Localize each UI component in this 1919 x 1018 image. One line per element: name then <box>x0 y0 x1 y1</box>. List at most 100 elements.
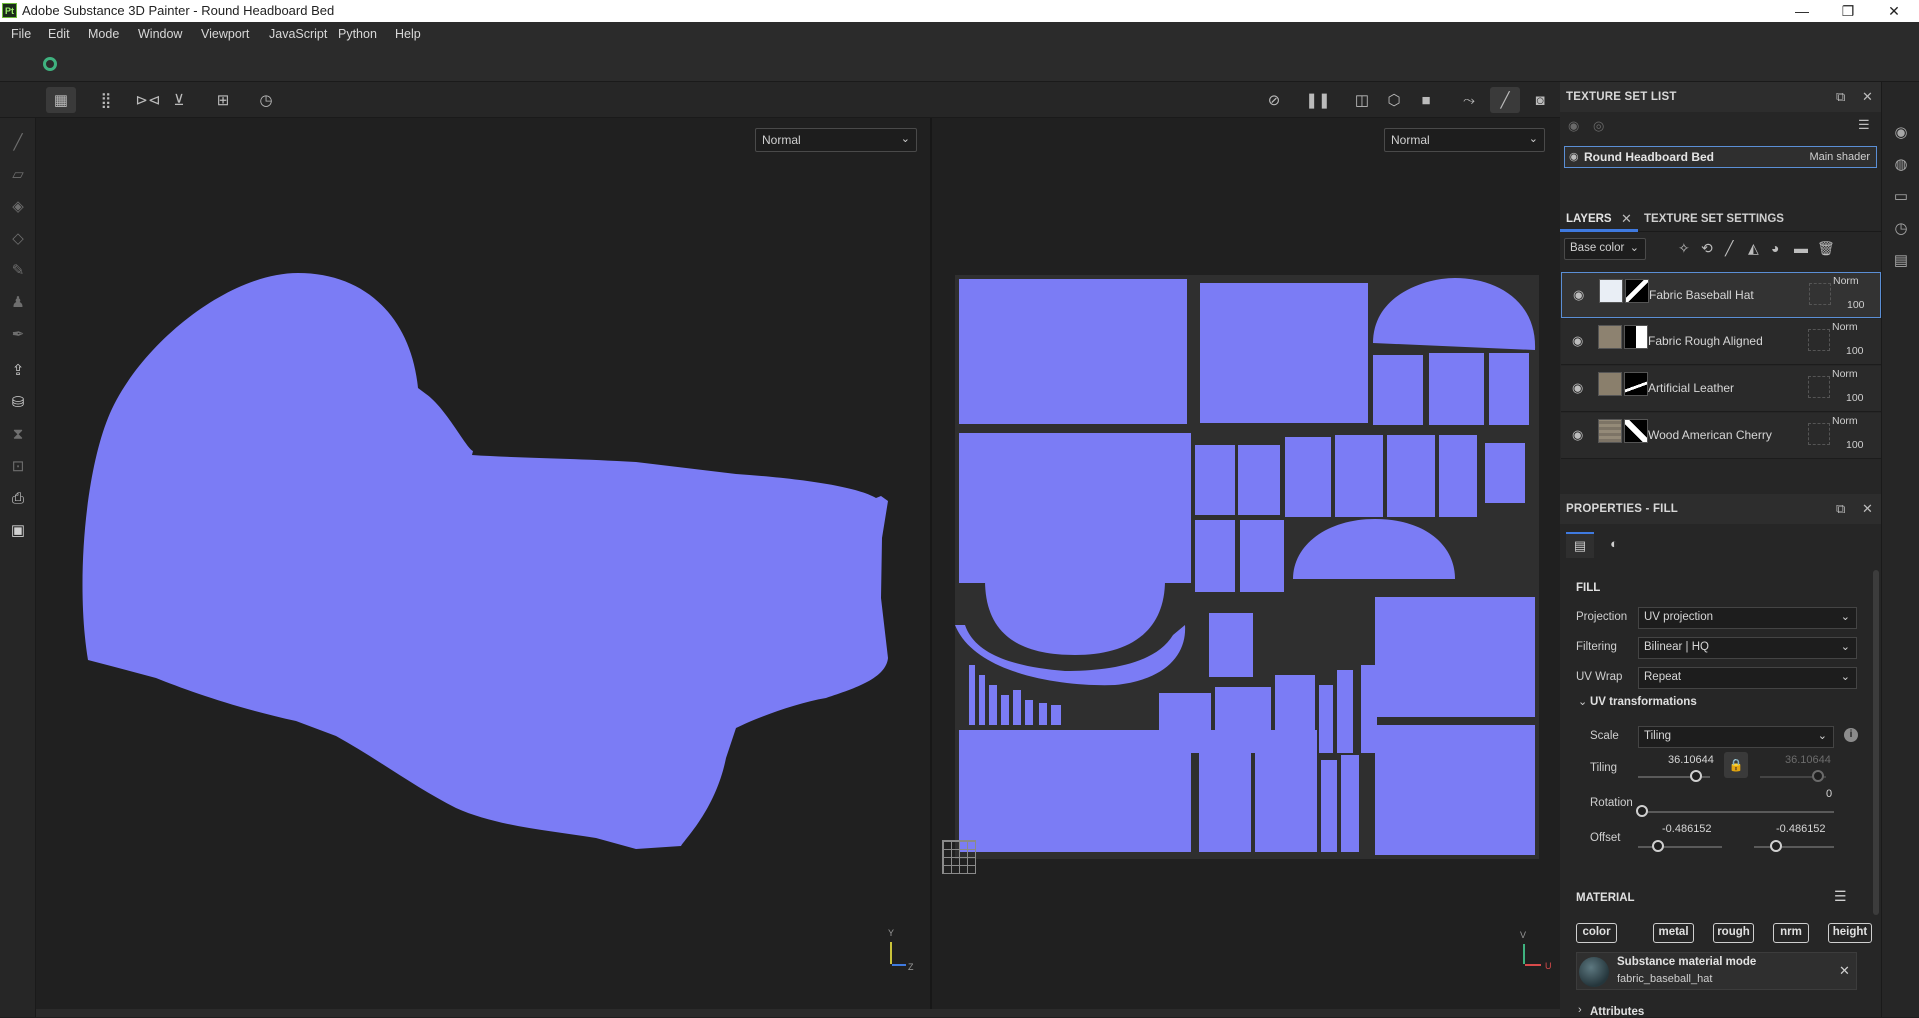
offset-u-value[interactable]: -0.486152 <box>1662 823 1712 835</box>
visibility-eye-icon[interactable]: ◉ <box>1572 333 1583 349</box>
offset-u-knob[interactable] <box>1652 840 1664 852</box>
hide-overlay-icon[interactable]: ⊘ <box>1259 87 1289 113</box>
export-icon[interactable]: ⎙ <box>6 486 30 510</box>
display-settings-icon[interactable]: ◉ <box>1890 122 1912 144</box>
add-effect-icon[interactable]: ✧ <box>1678 240 1690 257</box>
chevron-right-icon[interactable]: › <box>1578 1004 1582 1016</box>
layer-row[interactable]: ◉ Artificial Leather Norm 100 <box>1561 366 1881 412</box>
channel-select[interactable]: Base color ⌄ <box>1564 238 1646 260</box>
pause-icon[interactable]: ❚❚ <box>1303 87 1333 113</box>
menu-edit[interactable]: Edit <box>48 27 70 41</box>
menu-help[interactable]: Help <box>395 27 421 41</box>
color-picker-icon[interactable]: ✒ <box>6 322 30 346</box>
measure-tool-icon[interactable]: ⧗ <box>6 422 30 446</box>
uvwrap-select[interactable]: Repeat ⌄ <box>1638 667 1857 689</box>
layer-row[interactable]: ◉ Fabric Rough Aligned Norm 100 <box>1561 319 1881 365</box>
menu-javascript[interactable]: JavaScript <box>269 27 327 41</box>
visibility-eye-icon[interactable]: ◉ <box>1572 380 1583 396</box>
add-fill-layer-icon[interactable]: ◭ <box>1748 240 1759 257</box>
channel-metal-button[interactable]: metal <box>1653 923 1694 943</box>
polygon-fill-icon[interactable]: ◇ <box>6 226 30 250</box>
channel-height-button[interactable]: height <box>1828 923 1872 943</box>
uv-transformations-toggle[interactable]: UV transformations <box>1590 696 1697 708</box>
scale-select[interactable]: Tiling ⌄ <box>1638 726 1834 748</box>
material-tab-icon[interactable]: ◐ <box>1600 532 1628 558</box>
blend-mode[interactable]: Norm <box>1832 321 1858 333</box>
split-view-icon[interactable]: ◫ <box>1347 87 1377 113</box>
bake-tool-icon[interactable]: ⇪ <box>6 358 30 382</box>
physics-icon[interactable]: ⤳ <box>1454 87 1484 113</box>
info-icon[interactable]: i <box>1844 728 1858 742</box>
projection-select[interactable]: UV projection ⌄ <box>1638 607 1857 629</box>
mask-tool-icon[interactable]: ⊡ <box>6 454 30 478</box>
paint-tool-icon[interactable]: ╱ <box>6 130 30 154</box>
grid-view-icon[interactable]: ▦ <box>46 87 76 113</box>
rotation-value[interactable]: 0 <box>1826 788 1832 800</box>
texture-set-row[interactable]: ◉ Round Headboard Bed Main shader <box>1564 146 1877 168</box>
texture-set-shader[interactable]: Main shader <box>1809 151 1870 163</box>
camera-icon[interactable]: ■ <box>1411 87 1441 113</box>
history-icon[interactable]: ◷ <box>251 87 281 113</box>
visibility-eye-icon[interactable]: ◉ <box>1572 427 1583 443</box>
material-picker-icon[interactable]: ⛁ <box>6 390 30 414</box>
offset-v-value[interactable]: -0.486152 <box>1776 823 1826 835</box>
menu-viewport[interactable]: Viewport <box>201 27 249 41</box>
rotation-slider[interactable] <box>1638 811 1834 813</box>
menu-window[interactable]: Window <box>138 27 182 41</box>
rotation-knob[interactable] <box>1636 805 1648 817</box>
history-icon[interactable]: ◷ <box>1890 218 1912 240</box>
show-icon[interactable]: ◎ <box>1593 118 1604 134</box>
menu-python[interactable]: Python <box>338 27 377 41</box>
layer-opacity[interactable]: 100 <box>1846 439 1864 451</box>
channel-color-button[interactable]: color <box>1576 923 1617 943</box>
shader-settings-icon[interactable]: ◍ <box>1890 154 1912 176</box>
blend-mode[interactable]: Norm <box>1832 368 1858 380</box>
offset-v-knob[interactable] <box>1770 840 1782 852</box>
smudge-tool-icon[interactable]: ✎ <box>6 258 30 282</box>
layer-mask-slot[interactable] <box>1808 376 1830 398</box>
add-smart-material-icon[interactable]: ◕ <box>1771 240 1779 256</box>
offset-u-slider[interactable] <box>1638 846 1722 848</box>
visibility-eye-icon[interactable]: ◉ <box>1573 287 1584 303</box>
add-mask-icon[interactable]: ⟲ <box>1701 240 1713 257</box>
layer-row[interactable]: ◉ Fabric Baseball Hat Norm 100 <box>1561 272 1881 318</box>
add-frame-icon[interactable]: ⊞ <box>208 87 238 113</box>
shelf-icon[interactable]: ▣ <box>6 518 30 542</box>
close-panel-icon[interactable]: ✕ <box>1862 89 1873 105</box>
delete-layer-icon[interactable]: 🗑 <box>1817 240 1835 257</box>
shelf-icon[interactable]: ▭ <box>1890 186 1912 208</box>
chevron-down-icon[interactable]: ⌄ <box>1578 695 1587 708</box>
projection-tool-icon[interactable]: ◈ <box>6 194 30 218</box>
channel-rough-button[interactable]: rough <box>1713 923 1754 943</box>
add-folder-icon[interactable]: ▬ <box>1794 240 1808 256</box>
remove-material-icon[interactable]: ✕ <box>1839 963 1850 979</box>
blend-mode[interactable]: Norm <box>1833 275 1859 287</box>
paint-brush-icon[interactable]: ╱ <box>1490 87 1520 113</box>
blend-mode[interactable]: Norm <box>1832 415 1858 427</box>
fill-tab-icon[interactable]: ▤ <box>1566 532 1594 558</box>
hide-icon[interactable]: ◉ <box>1568 118 1579 134</box>
layer-opacity[interactable]: 100 <box>1847 299 1865 311</box>
maximize-button[interactable]: ❐ <box>1825 0 1871 22</box>
viewport-2d-mode-select[interactable]: Normal ⌄ <box>1384 128 1545 152</box>
tab-layers[interactable]: LAYERS <box>1566 213 1612 225</box>
minimize-button[interactable]: — <box>1779 0 1825 22</box>
layer-mask-slot[interactable] <box>1809 283 1831 305</box>
menu-mode[interactable]: Mode <box>88 27 119 41</box>
cube-view-icon[interactable]: ⬡ <box>1379 87 1409 113</box>
properties-scrollbar[interactable] <box>1873 570 1879 915</box>
tiling-u-value[interactable]: 36.10644 <box>1668 754 1714 766</box>
eye-icon[interactable]: ◉ <box>1569 150 1579 163</box>
undock-icon[interactable]: ⧉ <box>1836 501 1845 517</box>
layer-row[interactable]: ◉ Wood American Cherry Norm 100 <box>1561 413 1881 459</box>
close-panel-icon[interactable]: ✕ <box>1862 501 1873 517</box>
material-slot[interactable]: Substance material mode fabric_baseball_… <box>1576 952 1857 990</box>
symmetry-y-icon[interactable]: ⊻ <box>164 87 194 113</box>
channel-nrm-button[interactable]: nrm <box>1773 923 1809 943</box>
screenshot-icon[interactable]: ◙ <box>1525 87 1555 113</box>
list-options-icon[interactable]: ☰ <box>1858 117 1870 133</box>
uv-tile-icon[interactable] <box>942 840 976 874</box>
grid-options-icon[interactable]: ⣿ <box>91 87 121 113</box>
tab-texture-set-settings[interactable]: TEXTURE SET SETTINGS <box>1644 213 1784 225</box>
clone-tool-icon[interactable]: ♟ <box>6 290 30 314</box>
